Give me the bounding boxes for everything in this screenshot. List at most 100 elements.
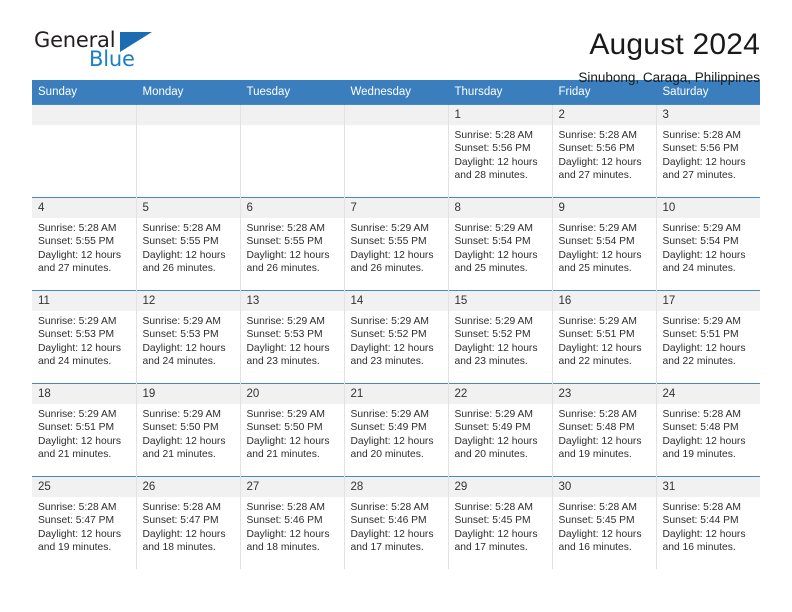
day-details: Sunrise: 5:29 AM Sunset: 5:54 PM Daylight:… [449, 218, 552, 276]
sunrise-time: Sunrise: 5:28 AM [350, 502, 429, 513]
sunset-time: Sunset: 5:46 PM [246, 515, 323, 527]
calendar-day-cell[interactable]: 23 Sunrise: 5:28 AM Sunset: 5:48 PM Dayligh… [552, 383, 657, 477]
day-details: Sunrise: 5:28 AM Sunset: 5:48 PM Daylight:… [553, 404, 656, 462]
daylight-duration-line1: Daylight: 12 hours [246, 528, 330, 540]
day-number: 12 [136, 291, 240, 311]
sunrise-time: Sunrise: 5:29 AM [662, 316, 741, 327]
calendar-day-cell[interactable]: 3 Sunrise: 5:28 AM Sunset: 5:56 PM Daylight… [656, 104, 761, 198]
calendar-day-cell[interactable]: 15 Sunrise: 5:29 AM Sunset: 5:52 PM Dayligh… [448, 290, 553, 384]
calendar-day-cell[interactable]: 22 Sunrise: 5:29 AM Sunset: 5:49 PM Dayligh… [448, 383, 553, 477]
calendar-day-cell[interactable]: 5 Sunrise: 5:28 AM Sunset: 5:55 PM Daylight… [136, 197, 241, 291]
calendar-day-cell[interactable]: 4 Sunrise: 5:28 AM Sunset: 5:55 PM Daylight… [32, 197, 137, 291]
sunrise-time: Sunrise: 5:29 AM [454, 316, 533, 327]
daylight-duration-line2: and 27 minutes. [558, 170, 632, 182]
day-number: 29 [448, 477, 552, 497]
calendar-week-row: 1 Sunrise: 5:28 AM Sunset: 5:56 PM Daylight… [32, 104, 761, 198]
day-details: Sunrise: 5:28 AM Sunset: 5:46 PM Daylight:… [345, 497, 448, 555]
daylight-duration-line1: Daylight: 12 hours [142, 249, 226, 261]
calendar-day-cell-empty [136, 104, 241, 198]
calendar-day-cell[interactable]: 31 Sunrise: 5:28 AM Sunset: 5:44 PM Dayligh… [656, 476, 760, 569]
calendar-day-cell[interactable]: 7 Sunrise: 5:29 AM Sunset: 5:55 PM Daylight… [344, 197, 449, 291]
calendar-day-cell[interactable]: 27 Sunrise: 5:28 AM Sunset: 5:46 PM Dayligh… [240, 476, 345, 569]
day-details: Sunrise: 5:28 AM Sunset: 5:55 PM Daylight:… [137, 218, 240, 276]
daylight-duration-line2: and 21 minutes. [38, 449, 112, 461]
sunset-time: Sunset: 5:56 PM [662, 143, 739, 155]
day-details: Sunrise: 5:28 AM Sunset: 5:48 PM Daylight:… [657, 404, 761, 462]
daylight-duration-line2: and 17 minutes. [454, 542, 528, 554]
day-number: 19 [136, 384, 240, 404]
daylight-duration-line1: Daylight: 12 hours [662, 528, 746, 540]
day-details: Sunrise: 5:28 AM Sunset: 5:47 PM Daylight:… [32, 497, 136, 555]
day-details: Sunrise: 5:29 AM Sunset: 5:53 PM Daylight:… [241, 311, 344, 369]
sunset-time: Sunset: 5:54 PM [454, 236, 531, 248]
day-details: Sunrise: 5:28 AM Sunset: 5:56 PM Daylight:… [657, 125, 761, 183]
sunrise-time: Sunrise: 5:28 AM [246, 223, 325, 234]
calendar-day-cell[interactable]: 28 Sunrise: 5:28 AM Sunset: 5:46 PM Dayligh… [344, 476, 449, 569]
day-number: 14 [344, 291, 448, 311]
day-details: Sunrise: 5:28 AM Sunset: 5:56 PM Daylight:… [553, 125, 656, 183]
sunset-time: Sunset: 5:52 PM [350, 329, 427, 341]
day-number: 17 [656, 291, 760, 311]
sunset-time: Sunset: 5:45 PM [454, 515, 531, 527]
generalblue-logo[interactable]: General Blue [32, 28, 152, 74]
daylight-duration-line1: Daylight: 12 hours [350, 342, 434, 354]
calendar-day-cell[interactable]: 6 Sunrise: 5:28 AM Sunset: 5:55 PM Daylight… [240, 197, 345, 291]
calendar-day-cell[interactable]: 8 Sunrise: 5:29 AM Sunset: 5:54 PM Daylight… [448, 197, 553, 291]
daylight-duration-line2: and 19 minutes. [38, 542, 112, 554]
calendar-day-cell[interactable]: 18 Sunrise: 5:29 AM Sunset: 5:51 PM Dayligh… [32, 383, 137, 477]
sunset-time: Sunset: 5:44 PM [662, 515, 739, 527]
daylight-duration-line2: and 21 minutes. [246, 449, 320, 461]
sunset-time: Sunset: 5:56 PM [454, 143, 531, 155]
day-details: Sunrise: 5:29 AM Sunset: 5:53 PM Daylight:… [137, 311, 240, 369]
calendar-day-cell[interactable]: 30 Sunrise: 5:28 AM Sunset: 5:45 PM Dayligh… [552, 476, 657, 569]
calendar-day-cell[interactable]: 9 Sunrise: 5:29 AM Sunset: 5:54 PM Daylight… [552, 197, 657, 291]
day-number: 4 [32, 198, 136, 218]
calendar-day-cell[interactable]: 17 Sunrise: 5:29 AM Sunset: 5:51 PM Dayligh… [656, 290, 760, 384]
calendar-day-cell[interactable]: 2 Sunrise: 5:28 AM Sunset: 5:56 PM Daylight… [552, 104, 657, 198]
sunset-time: Sunset: 5:47 PM [142, 515, 219, 527]
sunrise-time: Sunrise: 5:28 AM [662, 409, 741, 420]
sunrise-time: Sunrise: 5:29 AM [558, 223, 637, 234]
daylight-duration-line1: Daylight: 12 hours [246, 342, 330, 354]
daylight-duration-line1: Daylight: 12 hours [350, 528, 434, 540]
day-details: Sunrise: 5:29 AM Sunset: 5:54 PM Daylight:… [657, 218, 761, 276]
calendar-day-cell[interactable]: 14 Sunrise: 5:29 AM Sunset: 5:52 PM Dayligh… [344, 290, 449, 384]
daylight-duration-line2: and 28 minutes. [454, 170, 528, 182]
sunrise-time: Sunrise: 5:28 AM [454, 502, 533, 513]
sunset-time: Sunset: 5:53 PM [38, 329, 115, 341]
day-details: Sunrise: 5:28 AM Sunset: 5:45 PM Daylight:… [553, 497, 656, 555]
calendar-day-cell[interactable]: 16 Sunrise: 5:29 AM Sunset: 5:51 PM Dayligh… [552, 290, 657, 384]
sunrise-time: Sunrise: 5:29 AM [454, 223, 533, 234]
calendar-day-cell[interactable]: 21 Sunrise: 5:29 AM Sunset: 5:49 PM Dayligh… [344, 383, 449, 477]
calendar-day-cell[interactable]: 1 Sunrise: 5:28 AM Sunset: 5:56 PM Daylight… [448, 104, 553, 198]
sunrise-time: Sunrise: 5:29 AM [142, 409, 221, 420]
daylight-duration-line2: and 24 minutes. [142, 356, 216, 368]
sunset-time: Sunset: 5:53 PM [142, 329, 219, 341]
calendar-day-cell[interactable]: 20 Sunrise: 5:29 AM Sunset: 5:50 PM Dayligh… [240, 383, 345, 477]
calendar-day-cell[interactable]: 25 Sunrise: 5:28 AM Sunset: 5:47 PM Dayligh… [32, 476, 137, 569]
calendar-day-cell[interactable]: 29 Sunrise: 5:28 AM Sunset: 5:45 PM Dayligh… [448, 476, 553, 569]
sunset-time: Sunset: 5:48 PM [662, 422, 739, 434]
calendar-day-cell[interactable]: 12 Sunrise: 5:29 AM Sunset: 5:53 PM Dayligh… [136, 290, 241, 384]
daylight-duration-line1: Daylight: 12 hours [142, 342, 226, 354]
calendar-day-cell[interactable]: 13 Sunrise: 5:29 AM Sunset: 5:53 PM Dayligh… [240, 290, 345, 384]
calendar-page: General Blue August 2024 Sinubong, Carag… [0, 0, 792, 612]
daylight-duration-line2: and 19 minutes. [558, 449, 632, 461]
daylight-duration-line1: Daylight: 12 hours [662, 156, 746, 168]
daylight-duration-line2: and 25 minutes. [454, 263, 528, 275]
sunrise-time: Sunrise: 5:28 AM [38, 223, 117, 234]
calendar-day-cell[interactable]: 24 Sunrise: 5:28 AM Sunset: 5:48 PM Dayligh… [656, 383, 761, 477]
calendar-day-cell[interactable]: 11 Sunrise: 5:29 AM Sunset: 5:53 PM Dayligh… [32, 290, 137, 384]
daylight-duration-line2: and 27 minutes. [662, 170, 736, 182]
daylight-duration-line1: Daylight: 12 hours [662, 342, 746, 354]
sunrise-time: Sunrise: 5:28 AM [38, 502, 117, 513]
daylight-duration-line1: Daylight: 12 hours [558, 156, 642, 168]
day-number [344, 105, 448, 125]
sunset-time: Sunset: 5:49 PM [350, 422, 427, 434]
calendar-day-cell[interactable]: 19 Sunrise: 5:29 AM Sunset: 5:50 PM Dayligh… [136, 383, 241, 477]
day-number: 10 [656, 198, 760, 218]
daylight-duration-line1: Daylight: 12 hours [454, 528, 538, 540]
calendar-day-cell[interactable]: 10 Sunrise: 5:29 AM Sunset: 5:54 PM Dayligh… [656, 197, 761, 291]
sunset-time: Sunset: 5:45 PM [558, 515, 635, 527]
calendar-day-cell[interactable]: 26 Sunrise: 5:28 AM Sunset: 5:47 PM Dayligh… [136, 476, 241, 569]
